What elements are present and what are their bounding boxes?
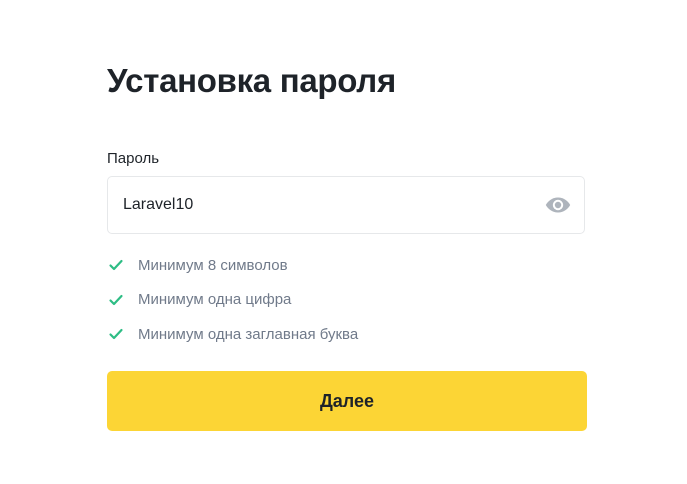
requirement-text: Минимум 8 символов [138, 256, 288, 274]
requirement-text: Минимум одна цифра [138, 291, 292, 309]
requirement-item: Минимум одна цифра [107, 283, 358, 318]
requirement-item: Минимум 8 символов [107, 248, 358, 283]
password-input[interactable] [123, 177, 523, 233]
check-icon [108, 292, 124, 308]
next-button[interactable]: Далее [107, 371, 587, 431]
requirement-item: Минимум одна заглавная буква [107, 317, 358, 352]
eye-icon[interactable] [544, 193, 572, 217]
check-icon [108, 257, 124, 273]
password-label: Пароль [107, 150, 160, 167]
check-icon [108, 326, 124, 342]
requirement-text: Минимум одна заглавная буква [138, 325, 359, 343]
page-title: Установка пароля [107, 62, 396, 99]
password-requirements: Минимум 8 символов Минимум одна цифра Ми… [107, 248, 358, 352]
password-field[interactable] [107, 176, 585, 234]
